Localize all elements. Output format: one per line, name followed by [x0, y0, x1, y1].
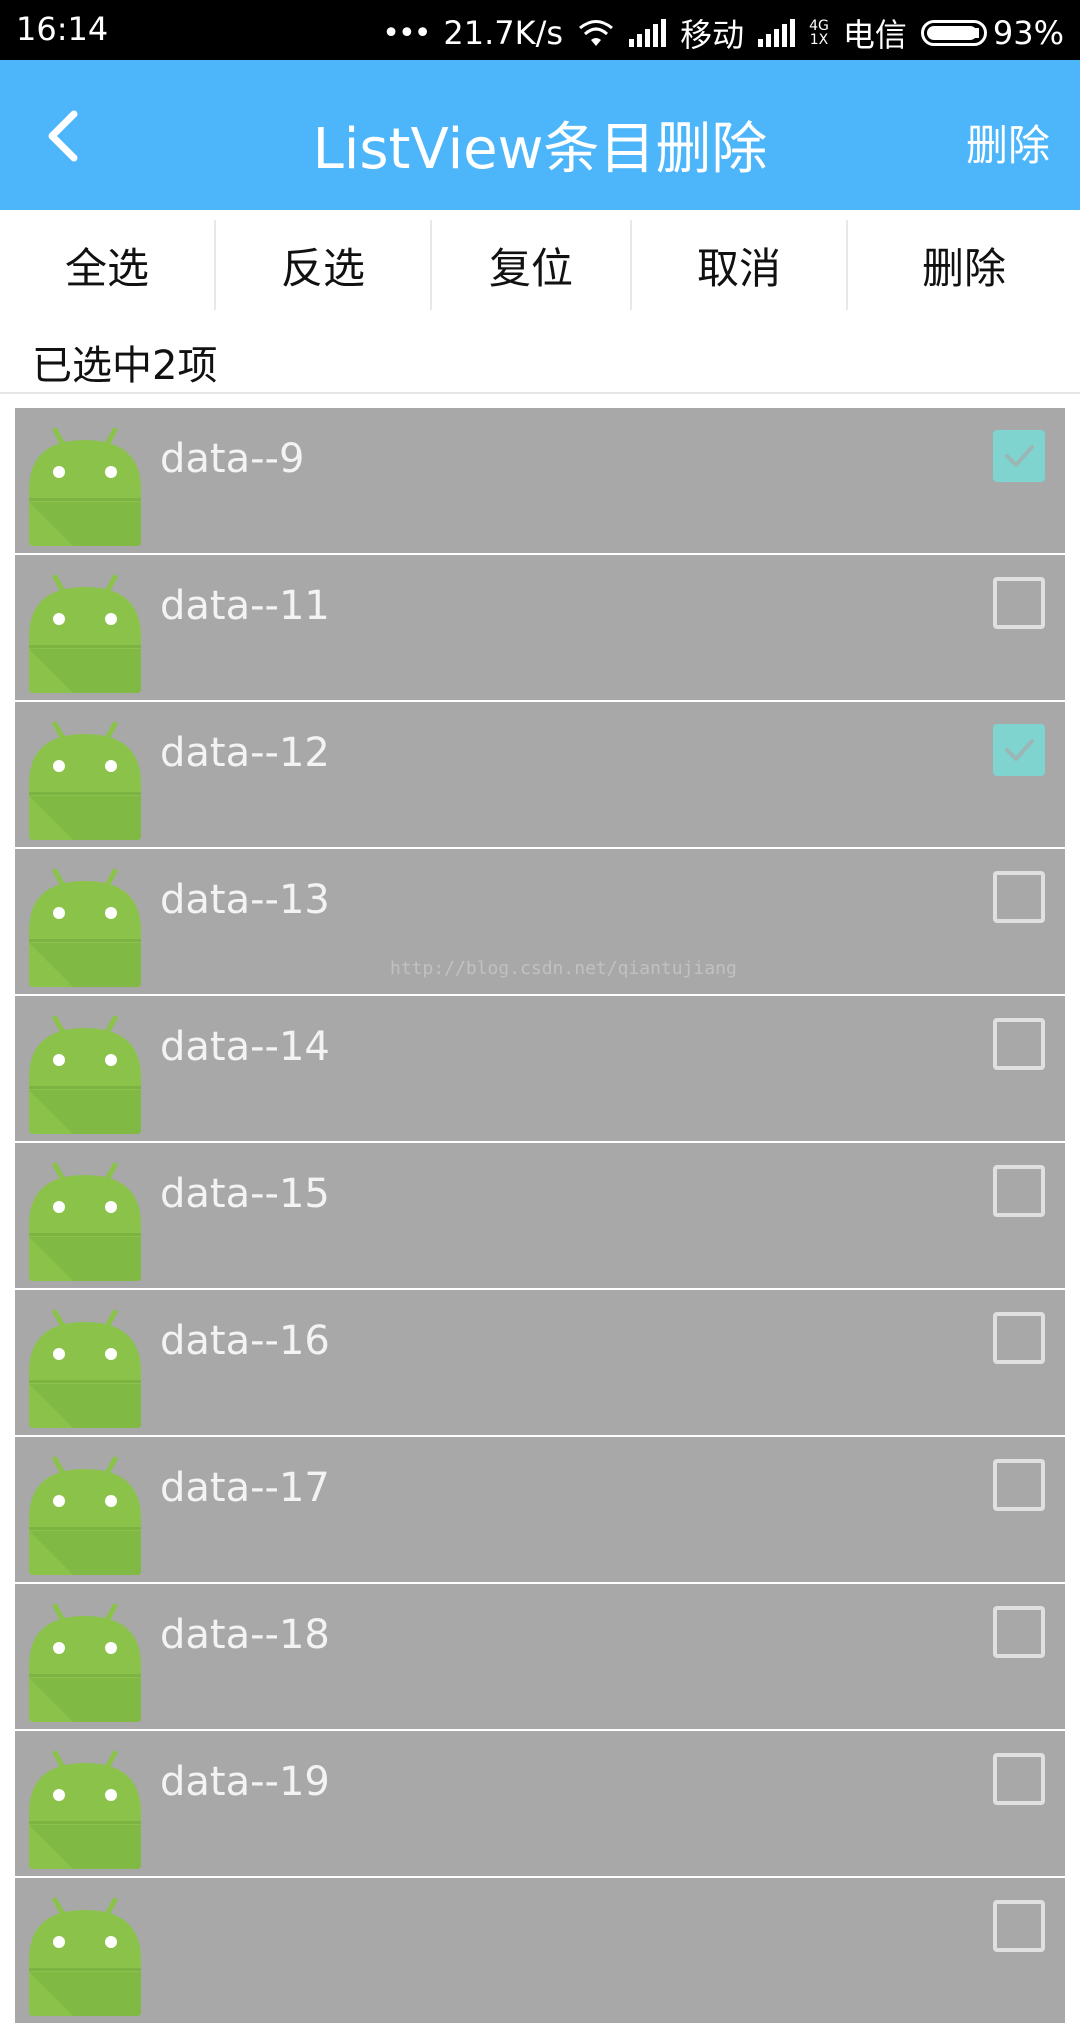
list-item[interactable]: data--17: [15, 1437, 1065, 1582]
invert-selection-button[interactable]: 反选: [216, 220, 432, 310]
toolbar-delete-button[interactable]: 删除: [966, 112, 1050, 173]
list-item[interactable]: data--11: [15, 555, 1065, 700]
list-item[interactable]: data--18: [15, 1584, 1065, 1729]
signal-icon: [629, 19, 667, 47]
list-item[interactable]: data--19: [15, 1731, 1065, 1876]
delete-button[interactable]: 删除: [848, 220, 1080, 310]
list-item-label: data--19: [160, 1759, 330, 1805]
selected-count: 已选中2项: [32, 343, 218, 389]
android-robot-icon: [25, 1008, 145, 1136]
list-item-label: data--17: [160, 1465, 330, 1511]
status-right: ••• 21.7K/s 移动 4G 1X 电信 93%: [382, 10, 1064, 56]
item-checkbox[interactable]: [993, 1459, 1045, 1511]
item-list[interactable]: data--9 data--11 data--12 data--13 data--14 d…: [15, 408, 1065, 2025]
list-item-label: data--13: [160, 877, 330, 923]
list-item[interactable]: data--9: [15, 408, 1065, 553]
network-speed: 21.7K/s: [443, 14, 564, 52]
android-robot-icon: [25, 1596, 145, 1724]
wifi-icon: [579, 20, 614, 46]
network-type: 4G 1X: [809, 18, 829, 48]
list-item-label: data--11: [160, 583, 330, 629]
more-dots-icon: •••: [382, 15, 431, 51]
select-all-button[interactable]: 全选: [0, 220, 216, 310]
status-bar: 16:14 ••• 21.7K/s 移动 4G 1X 电信 93%: [0, 0, 1080, 60]
carrier-1: 移动: [680, 16, 745, 54]
item-checkbox[interactable]: [993, 871, 1045, 923]
list-item[interactable]: [15, 1878, 1065, 2023]
item-checkbox[interactable]: [993, 1165, 1045, 1217]
list-item-label: data--12: [160, 730, 330, 776]
android-robot-icon: [25, 1155, 145, 1283]
list-item[interactable]: data--12: [15, 702, 1065, 847]
status-time: 16:14: [16, 10, 109, 48]
item-checkbox[interactable]: [993, 1900, 1045, 1952]
action-bar: 全选 反选 复位 取消 删除: [0, 210, 1080, 320]
list-item[interactable]: data--14: [15, 996, 1065, 1141]
list-item-label: data--18: [160, 1612, 330, 1658]
list-item-label: data--14: [160, 1024, 330, 1070]
battery-icon: [920, 20, 987, 46]
battery-percent: 93%: [992, 14, 1064, 52]
divider: [0, 392, 1080, 394]
android-robot-icon: [25, 420, 145, 548]
page-title: ListView条目删除: [312, 117, 768, 182]
item-checkbox[interactable]: [993, 1753, 1045, 1805]
item-checkbox[interactable]: [993, 724, 1045, 776]
android-robot-icon: [25, 714, 145, 842]
item-checkbox[interactable]: [993, 1312, 1045, 1364]
cancel-button[interactable]: 取消: [632, 220, 848, 310]
item-checkbox[interactable]: [993, 1606, 1045, 1658]
list-item-label: data--9: [160, 436, 305, 482]
android-robot-icon: [25, 1890, 145, 2018]
signal-icon-2: [758, 19, 796, 47]
watermark: http://blog.csdn.net/qiantujiang: [390, 958, 737, 979]
list-item[interactable]: data--16: [15, 1290, 1065, 1435]
carrier-2: 电信: [842, 16, 907, 54]
android-robot-icon: [25, 567, 145, 695]
android-robot-icon: [25, 861, 145, 989]
android-robot-icon: [25, 1449, 145, 1577]
android-robot-icon: [25, 1743, 145, 1871]
list-item[interactable]: data--15: [15, 1143, 1065, 1288]
android-robot-icon: [25, 1302, 145, 1430]
list-item-label: data--15: [160, 1171, 330, 1217]
item-checkbox[interactable]: [993, 577, 1045, 629]
reset-button[interactable]: 复位: [432, 220, 632, 310]
item-checkbox[interactable]: [993, 1018, 1045, 1070]
item-checkbox[interactable]: [993, 430, 1045, 482]
app-toolbar: ListView条目删除 删除: [0, 60, 1080, 210]
list-item-label: data--16: [160, 1318, 330, 1364]
